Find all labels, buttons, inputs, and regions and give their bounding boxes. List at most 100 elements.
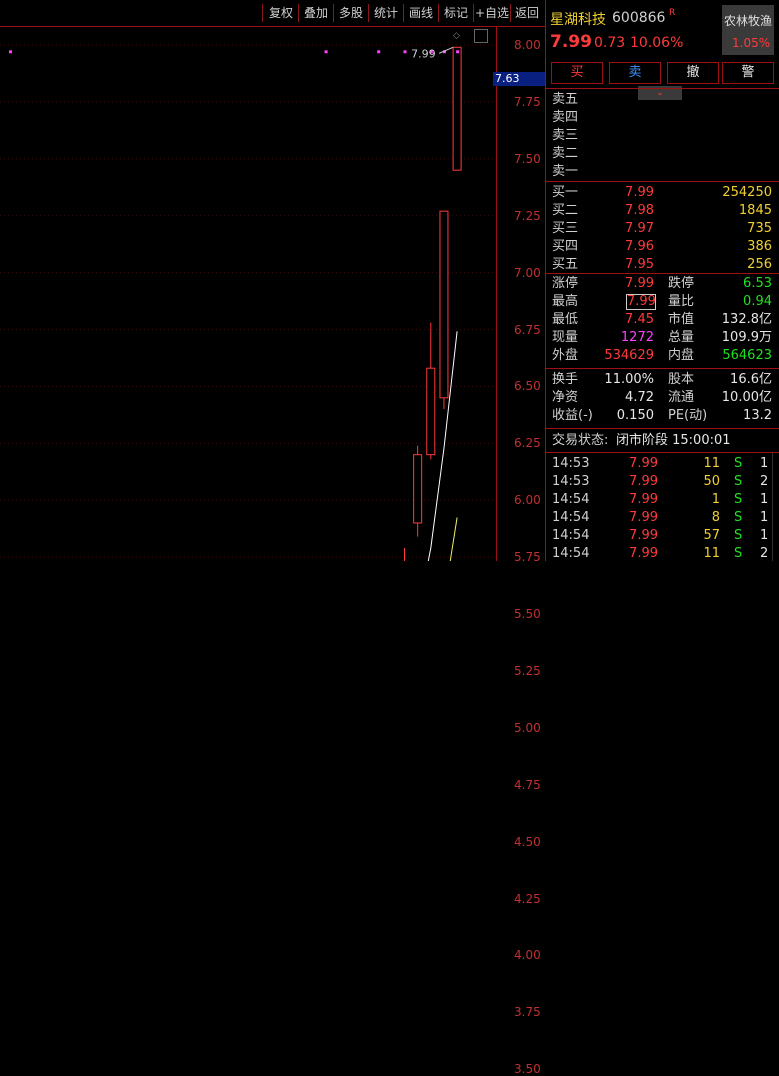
moving-average-lines [427, 331, 458, 561]
y-tick-label: 6.25 [514, 436, 541, 451]
candles [404, 46, 462, 561]
sector-change: 1.05% [732, 36, 771, 50]
current-price-tag: 7.63 [493, 72, 545, 86]
tick-time: 14:54 [552, 546, 590, 561]
last-volume-value: 1272 [620, 330, 654, 345]
limit-up-label: 涨停 [552, 276, 579, 291]
turnover-value: 11.00% [604, 372, 654, 387]
ask1-label: 卖一 [552, 164, 579, 179]
tick-side: S [734, 474, 743, 489]
tick-price: 7.99 [629, 528, 658, 543]
high-price-label: 7.99 [411, 47, 436, 60]
back-button[interactable]: 返回 [511, 4, 543, 22]
y-tick-label: 4.75 [514, 777, 541, 792]
up-candle [426, 367, 436, 456]
tick-volume: 50 [703, 474, 720, 489]
cancel-order-button[interactable]: 撤 [667, 62, 719, 84]
tick-volume: 57 [703, 528, 720, 543]
y-tick-label: 7.50 [514, 151, 541, 166]
up-candle [439, 210, 449, 399]
buy-button[interactable]: 买 [551, 62, 603, 84]
turnover-label: 换手 [552, 372, 579, 387]
tick-side: S [734, 492, 743, 507]
float-value: 10.00亿 [721, 390, 772, 405]
y-tick-label: 4.25 [514, 891, 541, 906]
trade-status-value: 闭市阶段 15:00:01 [616, 433, 731, 448]
bid-volume: 254250 [722, 185, 772, 200]
shares-label: 股本 [668, 372, 695, 387]
inner-volume-value: 564623 [722, 348, 772, 363]
ask4-label: 卖四 [552, 110, 579, 125]
sell-button[interactable]: 卖 [609, 62, 661, 84]
tick-time: 14:54 [552, 510, 590, 525]
draw-line-button[interactable]: 画线 [404, 4, 438, 22]
tick-time: 14:53 [552, 456, 590, 471]
tick-side: S [734, 546, 743, 561]
statistics-button[interactable]: 统计 [369, 4, 403, 22]
tick-scrollbar[interactable] [772, 453, 773, 561]
diamond-icon: ◇ [453, 31, 460, 41]
high-label: 最高 [552, 294, 579, 309]
toolbar-separator [262, 4, 263, 22]
bid-label: 买二 [552, 203, 579, 218]
y-tick-label: 5.50 [514, 607, 541, 621]
ask5-label: 卖五 [552, 92, 579, 107]
y-tick-label: 5.00 [514, 720, 541, 735]
overlay-button[interactable]: 叠加 [299, 4, 333, 22]
price-change-pct: 10.06% [630, 35, 684, 51]
bid-price: 7.95 [625, 257, 654, 272]
tick-price: 7.99 [629, 546, 658, 561]
y-tick-label: 5.25 [514, 663, 541, 678]
ma10-line [449, 517, 458, 561]
bid-volume: 256 [747, 257, 772, 272]
tick-volume: 11 [703, 456, 720, 471]
tick-side: S [734, 456, 743, 471]
tick-count: 2 [760, 546, 769, 561]
bid-label: 买三 [552, 221, 579, 236]
restore-rights-button[interactable]: 复权 [264, 4, 298, 22]
limit-down-label: 跌停 [668, 276, 695, 291]
y-tick-label: 5.75 [514, 550, 541, 565]
y-tick-label: 6.00 [514, 493, 541, 508]
y-tick-label: 4.00 [514, 948, 541, 963]
inner-volume-label: 内盘 [668, 348, 695, 363]
eps-label: 收益(-) [552, 408, 593, 423]
y-tick-label: 6.50 [514, 379, 541, 394]
net-asset-value: 4.72 [625, 390, 654, 405]
bid-label: 买五 [552, 257, 579, 272]
tick-time: 14:53 [552, 474, 590, 489]
outer-volume-value: 534629 [604, 348, 654, 363]
multi-stock-button[interactable]: 多股 [334, 4, 368, 22]
y-tick-label: 7.00 [514, 265, 541, 280]
shares-value: 16.6亿 [730, 372, 772, 387]
add-watchlist-button[interactable]: +自选 [474, 4, 510, 22]
tick-price: 7.99 [629, 474, 658, 489]
alert-button[interactable]: 警 [722, 62, 774, 84]
price-axis: 8.00 7.75 7.50 7.25 7.00 6.75 6.50 6.25 6.00 5.75… [496, 26, 545, 1076]
tick-time: 14:54 [552, 492, 590, 507]
chart-annotations: 7.99 [411, 46, 454, 60]
tick-volume: 1 [711, 492, 720, 507]
tick-side: S [734, 528, 743, 543]
bid-volume: 735 [747, 221, 772, 236]
limit-down-value: 6.53 [743, 276, 772, 291]
mark-button[interactable]: 标记 [439, 4, 473, 22]
tick-side: S [734, 510, 743, 525]
tick-price: 7.99 [629, 456, 658, 471]
signal-markers [9, 50, 460, 54]
rzrq-badge: R [669, 8, 676, 18]
tick-count: 1 [760, 528, 769, 543]
tick-count: 1 [760, 456, 769, 471]
low-label: 最低 [552, 312, 579, 327]
signal-dot [403, 50, 407, 54]
trade-status-label: 交易状态: [552, 433, 609, 448]
candlestick-chart[interactable]: 7.99 [0, 26, 496, 561]
y-tick-label: 3.50 [514, 1062, 541, 1076]
expand-panel-button[interactable] [474, 29, 488, 43]
y-tick-label: 4.50 [514, 834, 541, 849]
signal-dot [456, 50, 460, 54]
ma5-line [427, 331, 458, 561]
limit-up-value: 7.99 [625, 276, 654, 291]
up-candle [413, 454, 423, 524]
bid-label: 买四 [552, 239, 579, 254]
